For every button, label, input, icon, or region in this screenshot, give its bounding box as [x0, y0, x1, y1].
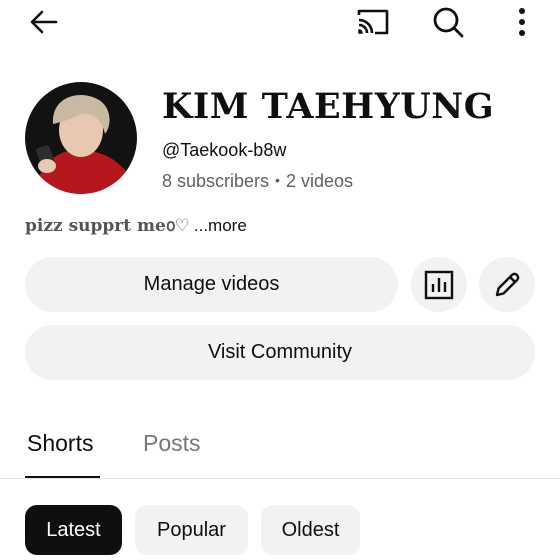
cast-icon	[357, 9, 389, 35]
subscriber-count: 8 subscribers	[162, 171, 270, 191]
avatar-photo	[25, 82, 137, 194]
analytics-icon	[424, 270, 454, 299]
video-count: 2 videos	[285, 171, 353, 191]
stats-separator: •	[275, 172, 280, 188]
channel-stats: 8 subscribers • 2 videos	[162, 171, 353, 192]
edit-channel-button[interactable]	[479, 257, 535, 312]
more-options-button[interactable]	[502, 2, 542, 42]
back-button[interactable]	[24, 2, 64, 42]
channel-avatar[interactable]	[25, 82, 137, 194]
filter-chip-popular[interactable]: Popular	[135, 505, 248, 555]
channel-page: KIM TAEHYUNG @Taekook-b8w 8 subscribers •…	[0, 0, 560, 560]
pencil-icon	[495, 272, 520, 296]
arrow-left-icon	[30, 10, 58, 34]
more-link[interactable]: ...more	[194, 216, 247, 235]
channel-handle: @Taekook-b8w	[162, 140, 287, 160]
more-vert-icon	[519, 8, 525, 36]
visit-community-button[interactable]: Visit Community	[25, 325, 535, 380]
tab-posts[interactable]: Posts	[143, 430, 201, 457]
search-icon	[433, 7, 464, 38]
filter-chip-latest[interactable]: Latest	[25, 505, 122, 555]
manage-videos-button[interactable]: Manage videos	[25, 257, 398, 312]
description-text: pizz supprt me൦♡	[25, 216, 190, 236]
filter-chip-oldest[interactable]: Oldest	[261, 505, 360, 555]
tab-shorts[interactable]: Shorts	[27, 430, 93, 457]
search-button[interactable]	[428, 2, 468, 42]
tabs-divider	[0, 478, 560, 479]
channel-description[interactable]: pizz supprt me൦♡ ...more	[25, 216, 247, 236]
analytics-button[interactable]	[411, 257, 467, 312]
cast-button[interactable]	[353, 2, 393, 42]
channel-name: KIM TAEHYUNG	[162, 86, 495, 127]
